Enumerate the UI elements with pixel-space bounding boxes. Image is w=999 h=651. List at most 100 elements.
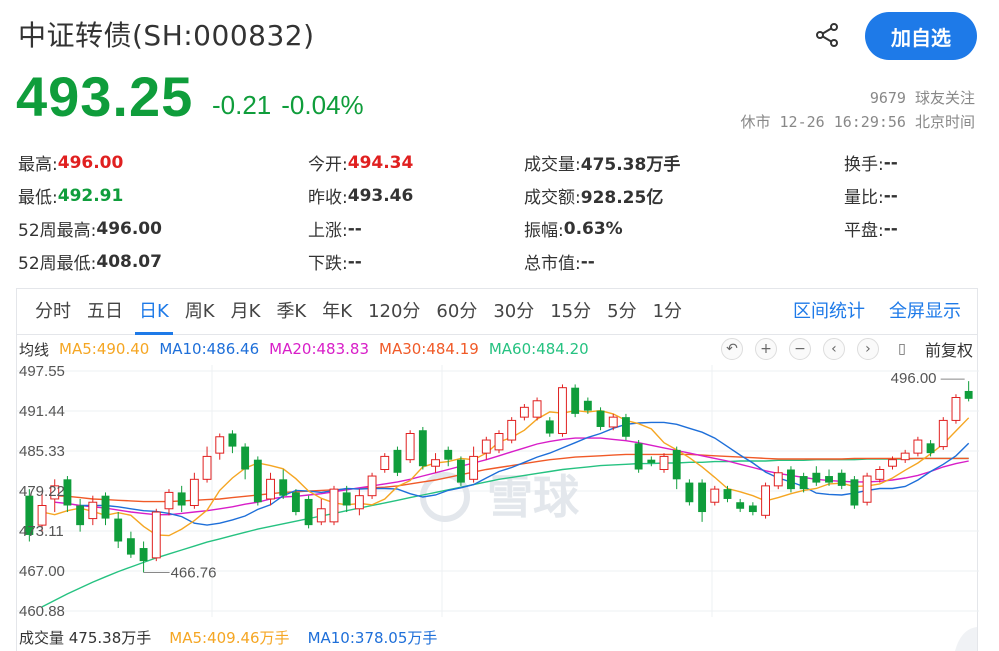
y-tick-label: 479.22	[19, 483, 65, 500]
stat-52w-high: 52周最高: 496.00	[18, 218, 162, 242]
fullscreen-link[interactable]: 全屏显示	[889, 289, 961, 335]
current-price: 493.25	[16, 65, 194, 128]
stat-turnover: 换手: --	[844, 152, 898, 176]
candle-body	[672, 449, 681, 480]
change-percent: -0.04%	[281, 90, 364, 120]
candle-body	[405, 433, 415, 461]
candle-body	[418, 430, 427, 467]
candle-body	[266, 478, 275, 500]
tab-0[interactable]: 分时	[27, 289, 79, 335]
candle-body	[723, 489, 732, 499]
tab-1[interactable]: 五日	[79, 289, 131, 335]
candle-body	[571, 387, 580, 414]
candle-body	[329, 488, 339, 523]
collapse-corner-icon[interactable]	[947, 621, 977, 651]
tab-6[interactable]: 年K	[314, 289, 360, 335]
candle-body	[964, 390, 973, 399]
kline-chart[interactable]: 雪球 497.55 491.44 485.33 479.22 473.11 467.00 46…	[17, 363, 979, 620]
stat-low: 最低: 492.91	[18, 185, 124, 209]
candle-body	[888, 459, 897, 467]
candle-body	[913, 439, 923, 454]
stat-prev-close: 昨收: 493.46	[308, 185, 414, 209]
tab-2[interactable]: 日K	[131, 289, 177, 335]
tab-10[interactable]: 15分	[542, 289, 599, 335]
add-to-watchlist-button[interactable]: 加自选	[865, 12, 977, 60]
candle-body	[926, 443, 935, 454]
candle-body	[875, 469, 885, 480]
candle-body	[621, 417, 630, 437]
candle-body	[698, 482, 707, 513]
candle-body	[900, 452, 910, 461]
candle-body	[787, 469, 795, 490]
candle-body	[596, 410, 605, 427]
tab-8[interactable]: 60分	[428, 289, 485, 335]
page-title: 中证转债(SH:000832)	[18, 19, 315, 52]
tab-12[interactable]: 1分	[645, 289, 690, 335]
y-tick-label: 485.33	[19, 443, 65, 460]
candle-body	[304, 498, 313, 526]
candle-body	[88, 501, 98, 520]
ma-label[interactable]: 均线	[19, 339, 49, 360]
candle-body	[151, 511, 161, 559]
tab-11[interactable]: 5分	[599, 289, 644, 335]
stat-down-count: 下跌: --	[308, 251, 362, 275]
range-stats-link[interactable]: 区间统计	[793, 289, 865, 335]
y-tick-label: 460.88	[19, 603, 65, 617]
candle-body	[279, 479, 288, 496]
max-label: 496.00	[891, 370, 937, 387]
candle-body	[177, 492, 186, 506]
candle-body	[659, 455, 669, 471]
tab-7[interactable]: 120分	[360, 289, 428, 335]
y-tick-label: 491.44	[19, 403, 65, 420]
min-label: 466.76	[171, 565, 217, 582]
candle-body	[685, 482, 694, 503]
stat-open: 今开: 494.34	[308, 152, 414, 176]
ma30-legend: MA30:484.19	[379, 340, 479, 358]
pin-icon[interactable]: ▯	[891, 338, 913, 360]
candle-body	[393, 449, 402, 473]
candle-body	[444, 449, 453, 460]
candle-body	[634, 443, 643, 470]
candle-body	[354, 495, 364, 510]
candle-body	[367, 475, 377, 497]
candle-body	[101, 495, 110, 519]
candle-body	[241, 446, 250, 470]
candle-body	[608, 416, 618, 428]
candle-body	[558, 387, 567, 435]
stat-volume: 成交量: 475.38万手	[524, 155, 681, 175]
candle-body	[469, 455, 479, 480]
tab-4[interactable]: 月K	[223, 289, 269, 335]
candle-body	[938, 419, 948, 448]
volume-value: 成交量 475.38万手	[19, 629, 152, 647]
chevron-left-icon[interactable]: ‹	[822, 338, 845, 360]
candle-body	[202, 455, 212, 480]
followers-count[interactable]: 9679 球友关注	[741, 86, 975, 110]
candle-body	[773, 472, 783, 487]
stat-flat-count: 平盘: --	[844, 218, 898, 242]
candle-body	[456, 459, 465, 483]
candle-body	[342, 492, 351, 506]
ma5-legend: MA5:490.40	[59, 340, 150, 358]
adjust-mode-select[interactable]: 前复权	[925, 337, 973, 361]
tab-9[interactable]: 30分	[485, 289, 542, 335]
zoom-in-icon[interactable]: +	[754, 338, 777, 360]
chevron-right-icon[interactable]: ›	[856, 338, 879, 360]
candle-body	[139, 548, 148, 562]
candle-body	[862, 475, 872, 503]
candle-body	[825, 476, 833, 483]
zoom-out-icon[interactable]: −	[788, 338, 811, 360]
candle-body	[215, 436, 225, 454]
stats-grid: 最高: 496.00 今开: 494.34 成交量: 475.38万手 换手: -- 最…	[18, 146, 978, 278]
ma10-legend: MA10:486.46	[159, 340, 260, 358]
volume-ma5: MA5:409.46万手	[169, 629, 290, 647]
share-icon[interactable]	[814, 22, 840, 48]
tab-5[interactable]: 季K	[268, 289, 314, 335]
undo-icon[interactable]: ↶	[720, 338, 743, 360]
candle-body	[583, 400, 592, 411]
quote-meta: 9679 球友关注 休市 12-26 16:29:56 北京时间	[741, 86, 976, 134]
stat-amount: 成交额: 928.25亿	[524, 188, 664, 208]
candle-body	[545, 420, 554, 434]
change-value: -0.21	[212, 90, 272, 120]
tab-3[interactable]: 周K	[177, 289, 223, 335]
candle-body	[748, 505, 757, 513]
